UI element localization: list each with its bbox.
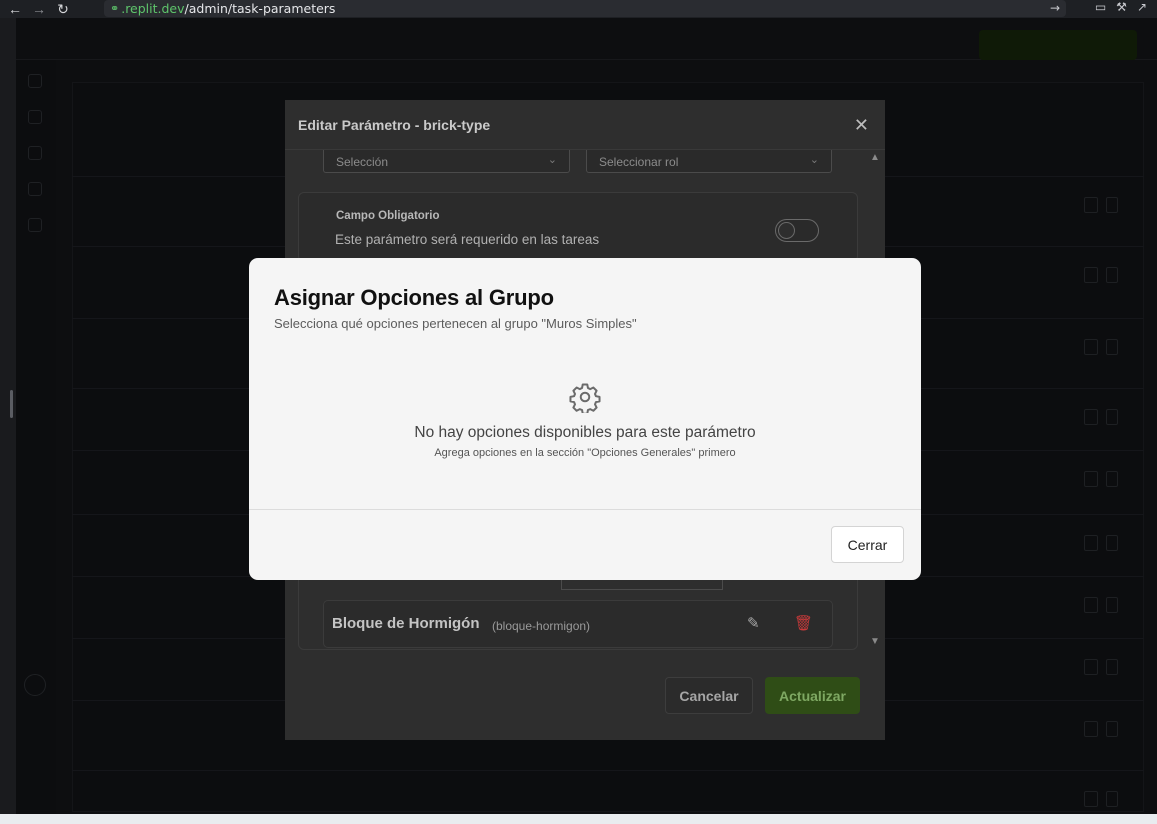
empty-state-hint: Agrega opciones en la sección "Opciones … <box>434 447 736 459</box>
required-description: Este parámetro será requerido en las tar… <box>335 232 600 247</box>
option-code: (bloque-hormigon) <box>492 619 591 633</box>
forward-arrow-icon[interactable]: → <box>30 0 48 18</box>
background-sidebar <box>16 60 56 814</box>
role-select-value: Seleccionar rol <box>599 155 679 169</box>
back-arrow-icon[interactable]: ← <box>6 0 24 18</box>
background-primary-button <box>979 30 1137 60</box>
scroll-up-arrow-icon[interactable]: ▲ <box>870 152 880 163</box>
close-button[interactable]: Cerrar <box>831 526 904 563</box>
assign-options-modal: Asignar Opciones al Grupo Selecciona qué… <box>249 258 921 580</box>
update-button[interactable]: Actualizar <box>765 677 860 714</box>
url-path: /admin/task-parameters <box>184 1 336 16</box>
modal-title: Asignar Opciones al Grupo <box>274 285 554 310</box>
edit-dialog-title: Editar Parámetro - brick-type <box>298 117 491 133</box>
browser-toolbar: ← → ↻ ⚭ .replit.dev/admin/task-parameter… <box>0 0 1157 18</box>
sidebar-icon <box>28 146 42 160</box>
reload-icon[interactable]: ↻ <box>54 0 72 18</box>
url-host: .replit.dev <box>121 1 185 16</box>
close-icon[interactable]: ✕ <box>854 115 869 136</box>
trash-icon[interactable]: 🗑 <box>794 614 813 632</box>
option-name: Bloque de Hormigón <box>332 615 480 632</box>
required-field-card <box>298 192 858 262</box>
modal-divider <box>249 509 921 510</box>
type-select[interactable]: Selección ⌄ <box>323 150 570 173</box>
scroll-down-arrow-icon[interactable]: ▼ <box>870 636 880 647</box>
side-strip <box>0 18 16 824</box>
background-topbar <box>16 28 1157 60</box>
sidebar-icon <box>28 218 42 232</box>
cancel-button[interactable]: Cancelar <box>665 677 753 714</box>
gear-icon <box>569 383 601 413</box>
display-icon[interactable]: ▭ <box>1095 0 1106 14</box>
bottom-bar <box>0 814 1157 824</box>
modal-subtitle: Selecciona qué opciones pertenecen al gr… <box>274 316 637 331</box>
edit-icon[interactable]: ✎ <box>747 614 760 632</box>
required-title: Campo Obligatorio <box>336 210 440 222</box>
resize-handle[interactable] <box>10 390 13 418</box>
chevron-down-icon: ⌄ <box>547 154 557 166</box>
sidebar-icon <box>28 110 42 124</box>
type-select-value: Selección <box>336 155 389 169</box>
wrench-icon[interactable]: ⚒ <box>1116 0 1127 14</box>
sidebar-icon <box>28 182 42 196</box>
role-select[interactable]: Seleccionar rol ⌄ <box>586 150 832 173</box>
sidebar-icon <box>28 74 42 88</box>
address-bar[interactable]: ⚭ .replit.dev/admin/task-parameters → <box>104 0 1066 17</box>
edit-dialog-header: Editar Parámetro - brick-type ✕ <box>285 100 885 150</box>
go-arrow-icon[interactable]: → <box>1050 1 1060 15</box>
required-toggle[interactable] <box>775 219 819 242</box>
open-external-icon[interactable]: ↗ <box>1137 0 1147 14</box>
toggle-knob <box>778 222 795 239</box>
empty-state-message: No hay opciones disponibles para este pa… <box>414 424 756 441</box>
sidebar-icon <box>24 674 46 696</box>
chevron-down-icon: ⌄ <box>809 154 819 166</box>
link-icon: ⚭ <box>110 2 120 15</box>
